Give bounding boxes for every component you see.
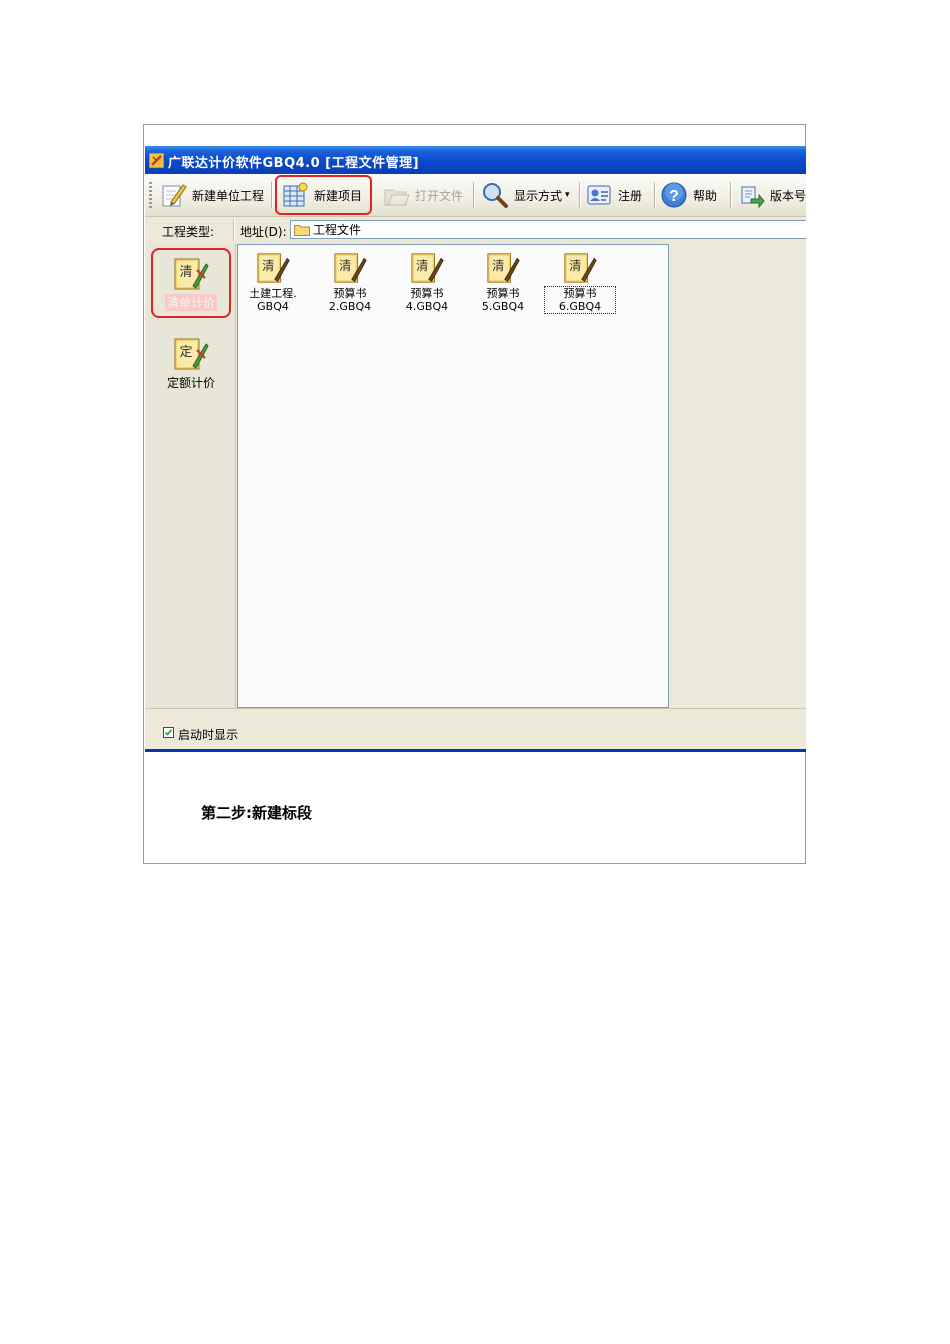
file-item[interactable]: 清 土建工程. GBQ4 (238, 251, 308, 313)
file-glyph: 清 (339, 259, 351, 273)
quota-pricing-icon: 定 (174, 338, 209, 370)
version-label: 版本号 (770, 188, 806, 203)
dropdown-arrow-icon: ▾ (565, 190, 570, 200)
toolbar-grip[interactable] (149, 182, 152, 208)
title-bar[interactable]: 广联达计价软件GBQ4.0 [工程文件管理] (145, 146, 806, 174)
project-type-pane: 清 清单计价 定 定额计价 (147, 244, 236, 708)
display-mode-label: 显示方式 (514, 188, 563, 203)
type-item-quota-pricing[interactable]: 定 定额计价 (147, 336, 235, 391)
window-title: 广联达计价软件GBQ4.0 [工程文件管理] (168, 156, 420, 171)
bill-pricing-label: 清单计价 (164, 294, 217, 311)
right-pane (669, 244, 806, 708)
file-name: 预算书 6.GBQ4 (544, 286, 616, 314)
project-file-icon: 清 (564, 253, 597, 283)
project-file-icon: 清 (257, 253, 290, 283)
file-name: 预算书 5.GBQ4 (481, 287, 525, 313)
register-card-icon (587, 185, 611, 205)
new-unit-project-label: 新建单位工程 (192, 188, 265, 203)
file-item[interactable]: 清 预算书 4.GBQ4 (392, 251, 462, 313)
display-mode-button[interactable]: 显示方式 ▾ (481, 178, 570, 212)
step-caption: 第二步:新建标段 (201, 804, 312, 822)
file-name: 土建工程. GBQ4 (249, 287, 297, 313)
address-path: 工程文件 (313, 223, 362, 237)
file-glyph: 清 (262, 259, 274, 273)
toolbar-separator (654, 182, 656, 208)
toolbar-separator (271, 182, 273, 208)
file-name: 预算书 2.GBQ4 (328, 287, 372, 313)
version-button[interactable]: 版本号 (737, 178, 806, 212)
register-button[interactable]: 注册 (585, 178, 642, 212)
address-bar: 工程类型: 地址(D): 工程文件 (145, 217, 806, 242)
show-on-start-checkbox[interactable] (163, 727, 174, 738)
open-file-label: 打开文件 (415, 188, 464, 203)
folder-icon (294, 224, 310, 236)
open-folder-icon (384, 189, 410, 206)
file-glyph: 清 (492, 259, 504, 273)
checkmark-icon (164, 729, 173, 736)
status-bar: 启动时显示 (145, 708, 806, 749)
project-file-icon: 清 (334, 253, 367, 283)
toolbar-separator (473, 182, 475, 208)
type-item-bill-pricing[interactable]: 清 清单计价 (147, 256, 235, 311)
toolbar-separator (579, 182, 581, 208)
bill-pricing-glyph: 清 (179, 265, 192, 280)
version-doc-icon (741, 186, 765, 209)
file-item[interactable]: 清 预算书 5.GBQ4 (468, 251, 538, 313)
toolbar-separator (730, 182, 732, 208)
file-glyph: 清 (416, 259, 428, 273)
project-file-icon: 清 (411, 253, 444, 283)
new-unit-project-button[interactable]: 新建单位工程 (159, 178, 264, 212)
address-field[interactable]: 工程文件 (290, 220, 806, 239)
help-question-icon: ? (661, 182, 687, 208)
file-item[interactable]: 清 预算书 6.GBQ4 (544, 251, 616, 314)
help-button[interactable]: ? 帮助 (660, 178, 717, 212)
show-on-start-label[interactable]: 启动时显示 (178, 726, 238, 743)
open-file-button[interactable]: 打开文件 (382, 178, 463, 212)
toolbar: 新建单位工程 新建项目 打开文件 显示方式 ▾ 注册 ? 帮助 版本号 (145, 174, 806, 217)
svg-text:?: ? (669, 188, 679, 205)
project-type-label: 工程类型: (162, 225, 215, 239)
new-project-grid-icon (283, 182, 308, 207)
address-separator (233, 219, 235, 241)
new-project-button[interactable]: 新建项目 (281, 178, 362, 212)
file-item[interactable]: 清 预算书 2.GBQ4 (315, 251, 385, 313)
app-logo-icon (149, 153, 164, 168)
new-project-label: 新建项目 (314, 188, 363, 203)
bill-pricing-icon: 清 (174, 258, 209, 290)
pencil-paper-icon (162, 184, 187, 207)
address-label: 地址(D): (240, 225, 287, 239)
magnifier-icon (483, 183, 508, 208)
register-label: 注册 (618, 188, 643, 203)
file-list-pane[interactable]: 清 土建工程. GBQ4 清 预算书 2.GBQ4 清 预算书 4.GBQ4 清… (237, 244, 669, 708)
file-glyph: 清 (569, 259, 581, 273)
file-name: 预算书 4.GBQ4 (405, 287, 449, 313)
quota-pricing-label: 定额计价 (166, 376, 215, 390)
quota-pricing-glyph: 定 (179, 345, 192, 360)
app-window: 广联达计价软件GBQ4.0 [工程文件管理] 新建单位工程 新建项目 打开文件 … (145, 146, 806, 752)
help-label: 帮助 (693, 188, 718, 203)
project-file-icon: 清 (487, 253, 520, 283)
